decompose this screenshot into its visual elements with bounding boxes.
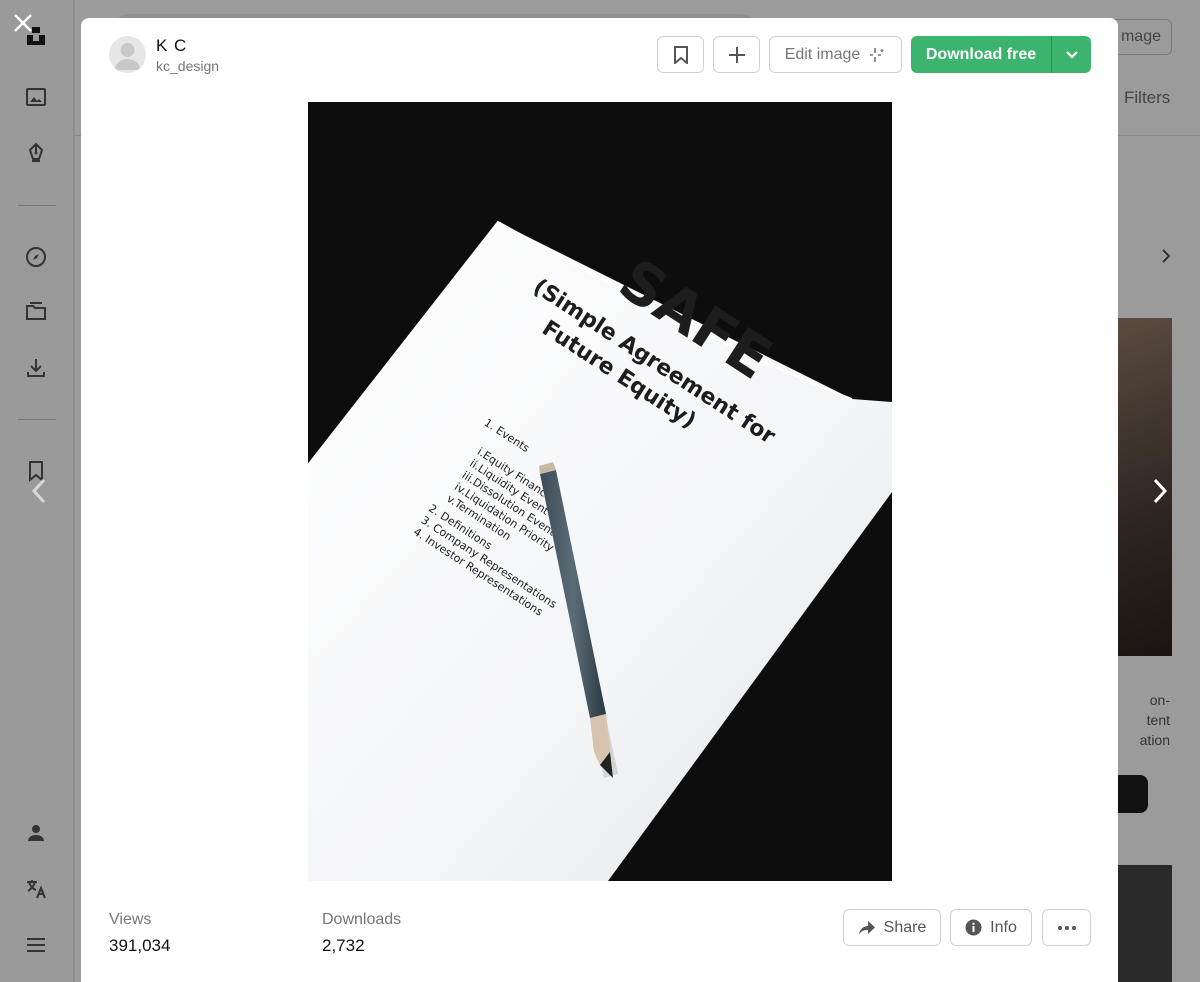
next-photo-chevron-right-icon[interactable] bbox=[1143, 474, 1177, 508]
user-name[interactable]: K C bbox=[156, 36, 187, 56]
bookmark-icon bbox=[673, 45, 688, 64]
sidebar-divider bbox=[18, 205, 56, 206]
download-options-button[interactable] bbox=[1051, 36, 1091, 73]
add-to-collection-button[interactable] bbox=[713, 36, 760, 73]
explore-compass-icon[interactable] bbox=[22, 243, 50, 271]
download-free-button[interactable]: Download free bbox=[911, 36, 1051, 73]
background-card-button bbox=[1118, 775, 1148, 813]
downloads-value: 2,732 bbox=[322, 936, 365, 955]
share-button[interactable]: Share bbox=[843, 909, 941, 946]
download-icon[interactable] bbox=[22, 354, 50, 382]
chevron-down-icon bbox=[1065, 50, 1078, 59]
background-search-image-label: mage bbox=[1120, 28, 1161, 45]
background-filters-button: Filters bbox=[1124, 88, 1171, 107]
background-card-text: on- tent ation bbox=[1139, 692, 1170, 748]
safe-document-photo: SAFE (Simple Agreement for Future Equity… bbox=[308, 102, 892, 881]
main-photo[interactable]: SAFE (Simple Agreement for Future Equity… bbox=[308, 102, 892, 881]
previous-photo-chevron-left-icon[interactable] bbox=[22, 474, 56, 508]
collections-icon[interactable] bbox=[22, 298, 50, 326]
default-avatar-icon bbox=[114, 43, 141, 70]
info-icon bbox=[965, 919, 982, 936]
language-translate-icon[interactable] bbox=[22, 875, 50, 903]
background-chevron-right-icon bbox=[1162, 249, 1171, 263]
edit-image-button[interactable]: Edit image bbox=[769, 36, 902, 73]
bookmark-button[interactable] bbox=[657, 36, 704, 73]
views-label: Views bbox=[109, 911, 152, 928]
menu-hamburger-icon[interactable] bbox=[22, 931, 50, 959]
more-dots-icon bbox=[1057, 925, 1076, 930]
avatar[interactable] bbox=[109, 36, 146, 73]
info-button[interactable]: Info bbox=[950, 909, 1032, 946]
background-card-image-2 bbox=[1118, 865, 1172, 982]
more-actions-button[interactable] bbox=[1042, 909, 1091, 946]
sidebar-divider bbox=[18, 419, 56, 420]
illustrations-pen-icon[interactable] bbox=[22, 139, 50, 167]
close-icon[interactable] bbox=[10, 10, 36, 36]
user-handle[interactable]: kc_design bbox=[156, 58, 219, 74]
views-value: 391,034 bbox=[109, 936, 171, 955]
photos-icon[interactable] bbox=[22, 83, 50, 111]
info-label: Info bbox=[990, 918, 1017, 936]
downloads-label: Downloads bbox=[322, 911, 402, 928]
edit-image-label: Edit image bbox=[784, 45, 861, 63]
photo-modal: K C kc_design Edit image Download free S… bbox=[81, 18, 1118, 982]
share-arrow-icon bbox=[858, 920, 875, 935]
share-label: Share bbox=[883, 918, 927, 936]
sparkle-icon bbox=[870, 47, 884, 62]
plus-icon bbox=[728, 46, 745, 63]
account-person-icon[interactable] bbox=[22, 819, 50, 847]
